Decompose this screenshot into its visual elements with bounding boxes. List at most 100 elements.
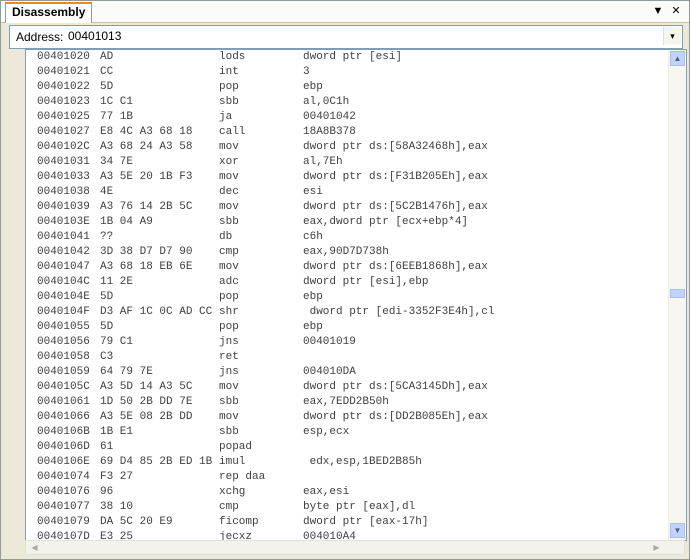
- line-mnemonic: jns: [219, 336, 239, 348]
- disassembly-line[interactable]: 00401076 96 xchg eax,esi: [26, 485, 666, 500]
- disassembly-line[interactable]: 0040106B 1B E1 sbb esp,ecx: [26, 425, 666, 440]
- line-operands: edx,esp,1BED2B85h: [303, 456, 422, 468]
- disassembly-line[interactable]: 00401059 64 79 7E jns 004010DA: [26, 365, 666, 380]
- line-address: 0040107D: [37, 531, 90, 540]
- line-bytes: 34 7E: [100, 156, 134, 168]
- address-dropdown-icon[interactable]: ▾: [663, 27, 681, 45]
- scroll-up-icon[interactable]: ▲: [670, 51, 685, 66]
- disassembly-line[interactable]: 00401039 A3 76 14 2B 5C mov dword ptr ds:[5…: [26, 200, 666, 215]
- title-bar: Disassembly ▼ ✕: [1, 1, 689, 23]
- disassembly-line[interactable]: 00401025 77 1B ja 00401042: [26, 110, 666, 125]
- line-mnemonic: mov: [219, 381, 239, 393]
- line-mnemonic: mov: [219, 261, 239, 273]
- line-address: 0040102C: [37, 141, 90, 153]
- vertical-scrollbar[interactable]: ▲ ▼: [668, 50, 686, 540]
- disassembly-listing[interactable]: 00401020 AD lods dword ptr [esi] 00401021 CC i…: [26, 50, 666, 540]
- line-address: 00401074: [37, 471, 90, 483]
- line-bytes: 96: [100, 486, 114, 498]
- line-mnemonic: ret: [219, 351, 239, 363]
- line-bytes: 79 C1: [100, 336, 134, 348]
- disassembly-line[interactable]: 00401047 A3 68 18 EB 6E mov dword ptr ds:[6…: [26, 260, 666, 275]
- disassembly-line[interactable]: 00401023 1C C1 sbb al,0C1h: [26, 95, 666, 110]
- disassembly-line[interactable]: 0040105C A3 5D 14 A3 5C mov dword ptr ds:[5…: [26, 380, 666, 395]
- line-bytes: 38 10: [100, 501, 134, 513]
- window-menu-dropdown-icon[interactable]: ▼: [651, 4, 665, 18]
- line-operands: dword ptr ds:[F31B205Eh],eax: [303, 171, 488, 183]
- line-mnemonic: cmp: [219, 246, 239, 258]
- line-operands: ebp: [303, 321, 323, 333]
- line-address: 00401041: [37, 231, 90, 243]
- line-operands: 00401042: [303, 111, 356, 123]
- line-address: 00401022: [37, 81, 90, 93]
- line-bytes: ??: [100, 231, 114, 243]
- line-mnemonic: pop: [219, 321, 239, 333]
- disassembly-window: Disassembly ▼ ✕ Address: ▾ 00401020 AD lod…: [0, 0, 690, 560]
- vertical-scroll-thumb[interactable]: [670, 289, 685, 298]
- disassembly-line[interactable]: 00401041?? db c6h: [26, 230, 666, 245]
- disassembly-line[interactable]: 0040104E 5D pop ebp: [26, 290, 666, 305]
- disassembly-line[interactable]: 00401077 38 10 cmp byte ptr [eax],dl: [26, 500, 666, 515]
- line-address: 00401020: [37, 51, 90, 63]
- line-bytes: E8 4C A3 68 18: [100, 126, 193, 138]
- line-mnemonic: shr: [219, 306, 239, 318]
- line-operands: byte ptr [eax],dl: [303, 501, 416, 513]
- line-operands: dword ptr [eax-17h]: [303, 516, 429, 528]
- line-mnemonic: ja: [219, 111, 233, 123]
- line-bytes: A3 5E 20 1B F3: [100, 171, 193, 183]
- disassembly-line[interactable]: 0040102C A3 68 24 A3 58 mov dword ptr ds:[5…: [26, 140, 666, 155]
- line-address: 00401077: [37, 501, 90, 513]
- disassembly-line[interactable]: 00401027 E8 4C A3 68 18 call 18A8B378: [26, 125, 666, 140]
- line-address: 0040106B: [37, 426, 90, 438]
- line-operands: 004010A4: [303, 531, 356, 540]
- disassembly-line[interactable]: 0040104C 11 2E adc dword ptr [esi],ebp: [26, 275, 666, 290]
- scroll-left-icon[interactable]: ◀: [28, 542, 41, 553]
- line-mnemonic: sbb: [219, 396, 239, 408]
- line-address: 00401023: [37, 96, 90, 108]
- disassembly-line[interactable]: 0040103E 1B 04 A9 sbb eax,dword ptr [ecx+eb…: [26, 215, 666, 230]
- line-mnemonic: lods: [219, 51, 246, 63]
- disassembly-line[interactable]: 00401020 AD lods dword ptr [esi]: [26, 50, 666, 65]
- scroll-right-icon[interactable]: ▶: [650, 542, 663, 553]
- close-icon[interactable]: ✕: [669, 4, 683, 18]
- line-operands: eax,90D7D738h: [303, 246, 389, 258]
- tab-disassembly[interactable]: Disassembly: [5, 2, 93, 23]
- line-operands: al,7Eh: [303, 156, 343, 168]
- line-operands: 00401019: [303, 336, 356, 348]
- line-bytes: 1B 04 A9: [100, 216, 153, 228]
- line-address: 00401021: [37, 66, 90, 78]
- disassembly-line[interactable]: 00401056 79 C1 jns 00401019: [26, 335, 666, 350]
- disassembly-line[interactable]: 00401074 F3 27 rep daa: [26, 470, 666, 485]
- disassembly-line[interactable]: 0040107D E3 25 jecxz 004010A4: [26, 530, 666, 540]
- line-mnemonic: jns: [219, 366, 239, 378]
- disassembly-line[interactable]: 00401022 5D pop ebp: [26, 80, 666, 95]
- line-operands: 18A8B378: [303, 126, 356, 138]
- disassembly-line[interactable]: 0040106E 69 D4 85 2B ED 1B imul edx,esp,1B…: [26, 455, 666, 470]
- line-operands: esi: [303, 186, 323, 198]
- disassembly-line[interactable]: 00401038 4E dec esi: [26, 185, 666, 200]
- disassembly-line[interactable]: 00401066 A3 5E 08 2B DD mov dword ptr ds:[D…: [26, 410, 666, 425]
- line-mnemonic: pop: [219, 81, 239, 93]
- disassembly-line[interactable]: 00401021 CC int 3: [26, 65, 666, 80]
- line-address: 00401055: [37, 321, 90, 333]
- horizontal-scrollbar[interactable]: ◀ ▶: [25, 540, 685, 555]
- line-bytes: D3 AF 1C 0C AD CC: [100, 306, 213, 318]
- disassembly-line[interactable]: 00401061 1D 50 2B DD 7E sbb eax,7EDD2B50h: [26, 395, 666, 410]
- disassembly-line[interactable]: 00401079 DA 5C 20 E9 ficomp dword ptr [eax-…: [26, 515, 666, 530]
- disassembly-line[interactable]: 00401033 A3 5E 20 1B F3 mov dword ptr ds:[F…: [26, 170, 666, 185]
- address-input[interactable]: [66, 28, 660, 44]
- disassembly-line[interactable]: 00401042 3D 38 D7 D7 90 cmp eax,90D7D738h: [26, 245, 666, 260]
- scroll-down-icon[interactable]: ▼: [670, 523, 685, 538]
- disassembly-pane[interactable]: 00401020 AD lods dword ptr [esi] 00401021 CC i…: [25, 49, 687, 541]
- disassembly-line[interactable]: 00401058 C3 ret: [26, 350, 666, 365]
- line-mnemonic: cmp: [219, 501, 239, 513]
- line-address: 0040106E: [37, 456, 90, 468]
- disassembly-line[interactable]: 0040104F D3 AF 1C 0C AD CC shr dword ptr […: [26, 305, 666, 320]
- line-operands: eax,esi: [303, 486, 350, 498]
- line-bytes: 61: [100, 441, 114, 453]
- line-operands: dword ptr ds:[5C2B1476h],eax: [303, 201, 488, 213]
- line-address: 00401059: [37, 366, 90, 378]
- disassembly-line[interactable]: 0040106D 61 popad: [26, 440, 666, 455]
- disassembly-line[interactable]: 00401055 5D pop ebp: [26, 320, 666, 335]
- line-mnemonic: db: [219, 231, 233, 243]
- disassembly-line[interactable]: 00401031 34 7E xor al,7Eh: [26, 155, 666, 170]
